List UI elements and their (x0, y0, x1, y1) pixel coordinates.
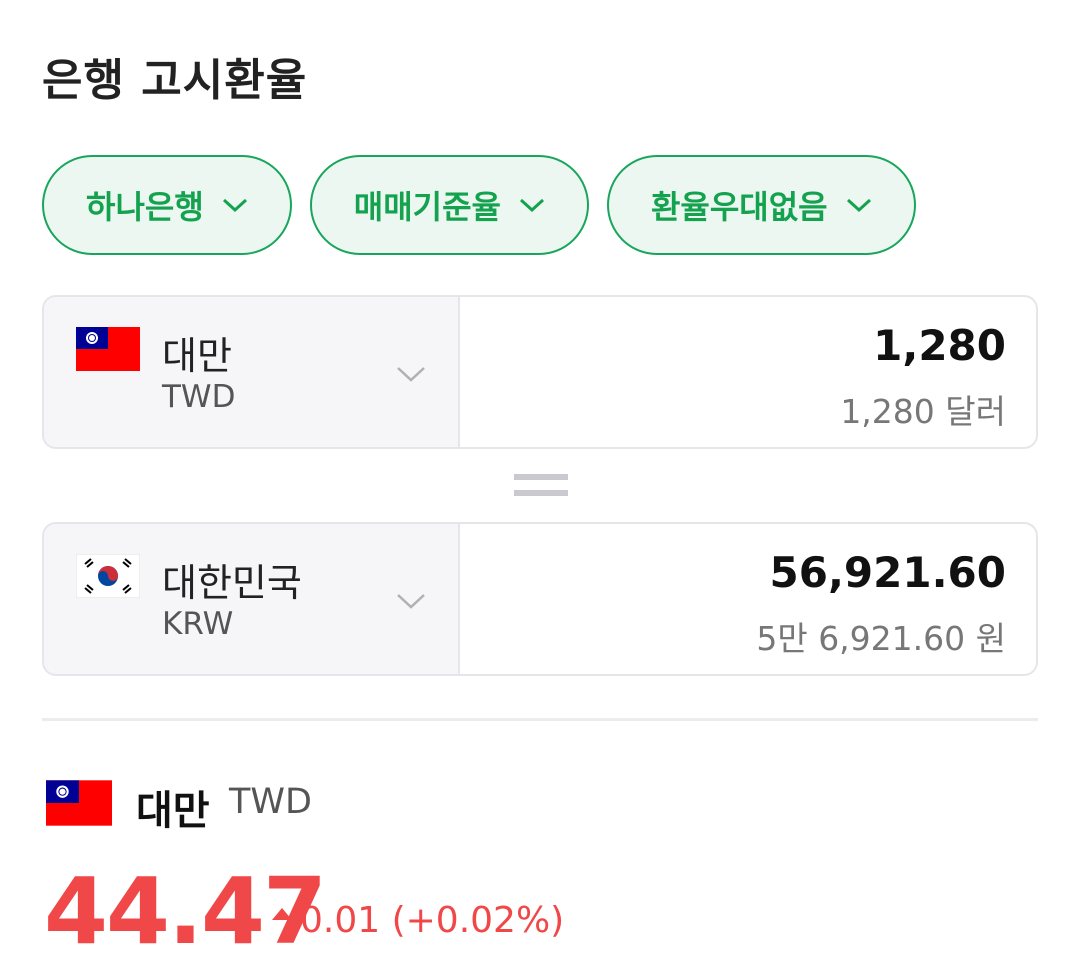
preference-select-label: 환율우대없음 (650, 188, 828, 226)
chevron-down-icon (222, 198, 247, 213)
from-amount-field[interactable]: 1,280 1,280 달러 (460, 297, 1036, 447)
chevron-down-icon (519, 198, 544, 213)
to-currency-select[interactable]: 대한민국 KRW (44, 524, 460, 674)
from-currency-row: 대만 TWD 1,280 1,280 달러 (42, 295, 1038, 449)
to-currency-code: KRW (162, 606, 234, 642)
from-currency-select[interactable]: 대만 TWD (44, 297, 460, 447)
arrow-up-icon (272, 908, 292, 920)
to-currency-row: 대한민국 KRW 56,921.60 5만 6,921.60 원 (42, 522, 1038, 676)
filter-chips: 하나은행 매매기준율 환율우대없음 (42, 155, 916, 255)
to-amount-value: 56,921.60 (769, 548, 1006, 597)
chevron-down-icon (397, 367, 425, 382)
bank-select-chip[interactable]: 하나은행 (42, 155, 292, 255)
from-amount-value: 1,280 (873, 321, 1006, 370)
chevron-down-icon (397, 594, 425, 609)
to-amount-field[interactable]: 56,921.60 5만 6,921.60 원 (460, 524, 1036, 674)
from-amount-words: 1,280 달러 (840, 392, 1006, 431)
to-amount-words: 5만 6,921.60 원 (756, 619, 1006, 658)
rate-type-select-chip[interactable]: 매매기준율 (309, 155, 589, 255)
taiwan-flag-icon (76, 327, 140, 371)
bank-select-label: 하나은행 (86, 188, 204, 226)
from-currency-code: TWD (162, 379, 236, 415)
chevron-down-icon (846, 198, 871, 213)
to-country-name: 대한민국 (162, 561, 302, 605)
rate-change: 0.01 (+0.02%) (300, 900, 565, 941)
korea-flag-icon (76, 554, 140, 598)
from-country-name: 대만 (162, 334, 232, 378)
rate-type-select-label: 매매기준율 (353, 188, 501, 226)
section-divider (42, 718, 1038, 721)
equals-icon (514, 474, 568, 496)
taiwan-flag-icon (46, 780, 112, 826)
page-title: 은행 고시환율 (42, 55, 308, 106)
detail-country-name: 대만 (136, 788, 210, 834)
preference-select-chip[interactable]: 환율우대없음 (606, 155, 916, 255)
detail-currency-code: TWD (229, 782, 312, 822)
